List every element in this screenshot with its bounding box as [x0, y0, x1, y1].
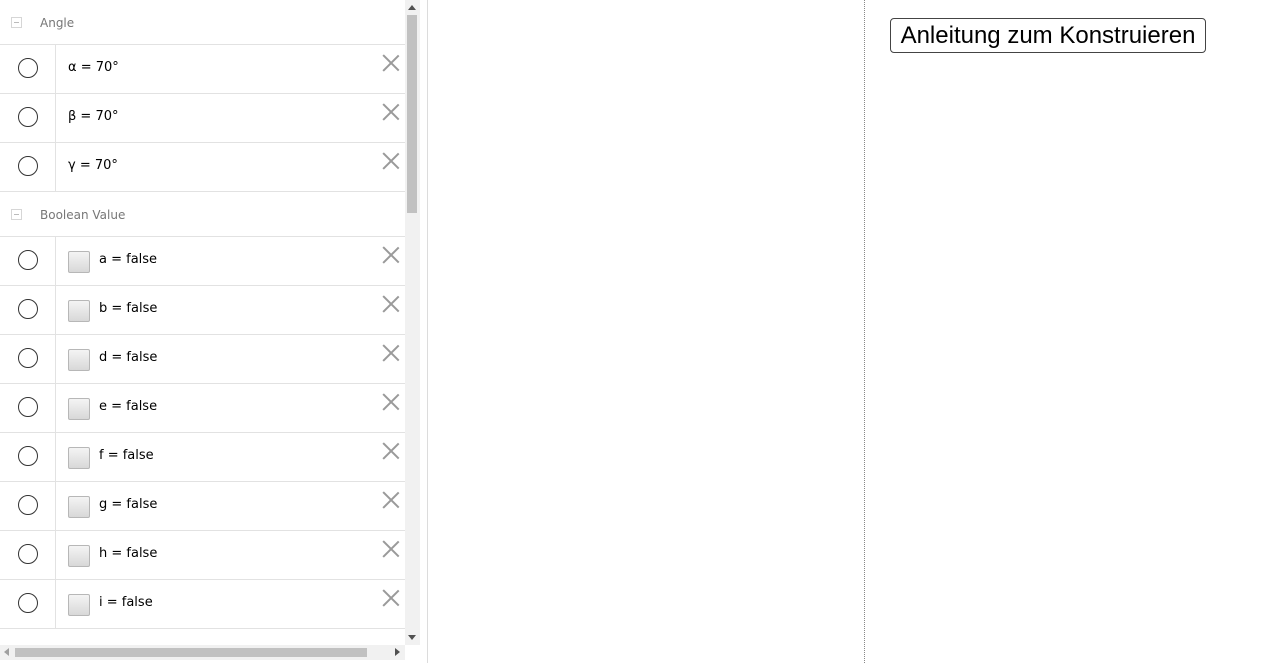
- visibility-toggle-icon[interactable]: [18, 544, 38, 564]
- scroll-right-icon[interactable]: [395, 648, 400, 656]
- geogebra-app: Angle α = 70° β = 70° γ = 70° Boolean Va…: [0, 0, 1280, 663]
- boolean-checkbox[interactable]: [68, 398, 90, 420]
- algebra-item-beta[interactable]: β = 70°: [0, 94, 405, 143]
- scroll-down-icon[interactable]: [408, 635, 416, 640]
- boolean-checkbox[interactable]: [68, 349, 90, 371]
- boolean-checkbox[interactable]: [68, 251, 90, 273]
- delete-icon[interactable]: [382, 244, 400, 262]
- visibility-toggle-icon[interactable]: [18, 156, 38, 176]
- delete-icon[interactable]: [382, 342, 400, 360]
- scroll-corner: [405, 645, 420, 660]
- collapse-icon[interactable]: [11, 209, 22, 220]
- boolean-checkbox[interactable]: [68, 447, 90, 469]
- group-header-boolean-value[interactable]: Boolean Value: [0, 192, 405, 237]
- visibility-toggle-icon[interactable]: [18, 348, 38, 368]
- algebra-vertical-scrollbar[interactable]: [405, 0, 420, 645]
- algebra-item-a[interactable]: a = false: [0, 237, 405, 286]
- algebra-expression[interactable]: i = false: [99, 595, 153, 610]
- graphics-divider: [864, 0, 865, 663]
- group-label: Boolean Value: [40, 208, 126, 222]
- algebra-item-f[interactable]: f = false: [0, 433, 405, 482]
- marble-cell: [0, 335, 56, 383]
- delete-icon[interactable]: [382, 538, 400, 556]
- scroll-up-icon[interactable]: [408, 5, 416, 10]
- visibility-toggle-icon[interactable]: [18, 593, 38, 613]
- visibility-toggle-icon[interactable]: [18, 446, 38, 466]
- marble-cell: [0, 384, 56, 432]
- marble-cell: [0, 94, 56, 142]
- visibility-toggle-icon[interactable]: [18, 58, 38, 78]
- delete-icon[interactable]: [382, 101, 400, 119]
- delete-icon[interactable]: [382, 587, 400, 605]
- algebra-expression[interactable]: f = false: [99, 448, 154, 463]
- boolean-checkbox[interactable]: [68, 300, 90, 322]
- algebra-item-h[interactable]: h = false: [0, 531, 405, 580]
- visibility-toggle-icon[interactable]: [18, 107, 38, 127]
- marble-cell: [0, 482, 56, 530]
- algebra-horizontal-scrollbar[interactable]: [0, 645, 405, 660]
- scrollbar-thumb[interactable]: [407, 15, 417, 213]
- algebra-expression[interactable]: γ = 70°: [68, 158, 118, 173]
- scroll-left-icon[interactable]: [4, 648, 9, 656]
- delete-icon[interactable]: [382, 391, 400, 409]
- algebra-expression[interactable]: b = false: [99, 301, 157, 316]
- group-label: Angle: [40, 16, 75, 30]
- algebra-expression[interactable]: h = false: [99, 546, 157, 561]
- visibility-toggle-icon[interactable]: [18, 397, 38, 417]
- boolean-checkbox[interactable]: [68, 496, 90, 518]
- algebra-view: Angle α = 70° β = 70° γ = 70° Boolean Va…: [0, 0, 405, 645]
- delete-icon[interactable]: [382, 440, 400, 458]
- algebra-expression[interactable]: e = false: [99, 399, 157, 414]
- visibility-toggle-icon[interactable]: [18, 299, 38, 319]
- algebra-expression[interactable]: β = 70°: [68, 109, 119, 124]
- algebra-expression[interactable]: d = false: [99, 350, 157, 365]
- delete-icon[interactable]: [382, 489, 400, 507]
- marble-cell: [0, 237, 56, 285]
- algebra-item-gamma[interactable]: γ = 70°: [0, 143, 405, 192]
- collapse-icon[interactable]: [11, 17, 22, 28]
- view-splitter[interactable]: [420, 0, 428, 663]
- delete-icon[interactable]: [382, 293, 400, 311]
- visibility-toggle-icon[interactable]: [18, 495, 38, 515]
- marble-cell: [0, 433, 56, 481]
- visibility-toggle-icon[interactable]: [18, 250, 38, 270]
- marble-cell: [0, 286, 56, 334]
- delete-icon[interactable]: [382, 150, 400, 168]
- algebra-item-i[interactable]: i = false: [0, 580, 405, 629]
- delete-icon[interactable]: [382, 52, 400, 70]
- marble-cell: [0, 580, 56, 628]
- algebra-expression[interactable]: a = false: [99, 252, 157, 267]
- algebra-item-g[interactable]: g = false: [0, 482, 405, 531]
- boolean-checkbox[interactable]: [68, 594, 90, 616]
- graphics-view-1[interactable]: [428, 0, 864, 663]
- marble-cell: [0, 531, 56, 579]
- marble-cell: [0, 45, 56, 93]
- algebra-item-e[interactable]: e = false: [0, 384, 405, 433]
- group-header-angle[interactable]: Angle: [0, 0, 405, 45]
- algebra-expression[interactable]: α = 70°: [68, 60, 119, 75]
- algebra-item-b[interactable]: b = false: [0, 286, 405, 335]
- scrollbar-thumb[interactable]: [15, 648, 367, 657]
- construction-instructions-button[interactable]: Anleitung zum Konstruieren: [890, 18, 1206, 53]
- graphics-view-2[interactable]: [866, 0, 1280, 663]
- algebra-item-alpha[interactable]: α = 70°: [0, 45, 405, 94]
- boolean-checkbox[interactable]: [68, 545, 90, 567]
- algebra-item-d[interactable]: d = false: [0, 335, 405, 384]
- marble-cell: [0, 143, 56, 191]
- algebra-expression[interactable]: g = false: [99, 497, 157, 512]
